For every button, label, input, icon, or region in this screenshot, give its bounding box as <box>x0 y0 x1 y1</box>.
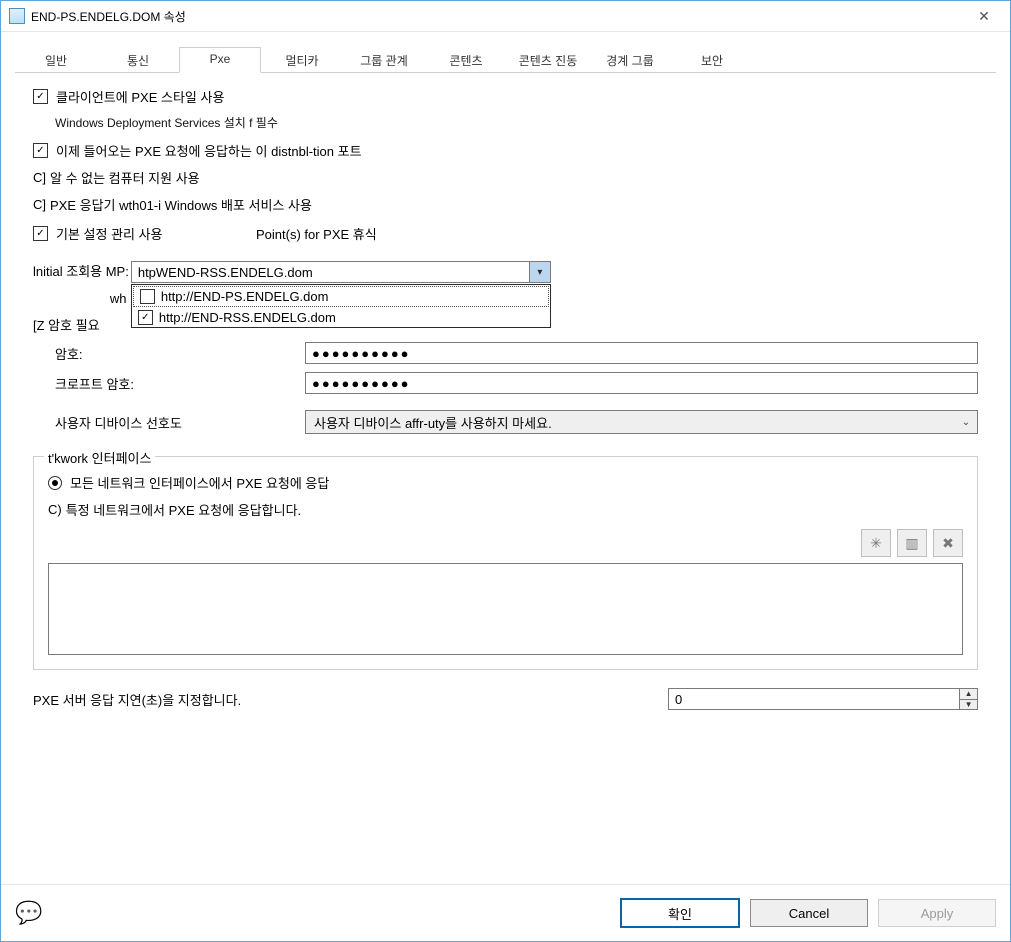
ok-button-label: 확인 <box>668 904 692 923</box>
chevron-down-icon[interactable]: ⌄ <box>955 411 977 433</box>
chk-manage-settings[interactable] <box>33 226 48 241</box>
radio-specific-label: 특정 네트워크에서 PXE 요청에 응답합니다. <box>66 500 301 519</box>
wds-required-note: Windows Deployment Services 설치 f 필수 <box>55 114 278 131</box>
chk-allow-incoming[interactable] <box>33 143 48 158</box>
dialog-footer: 💬 확인 Cancel Apply <box>1 884 1010 941</box>
password-label: 암호: <box>55 344 305 363</box>
confirm-label: 크로프트 암호: <box>55 374 305 393</box>
delay-numeric[interactable]: ▲ ▼ <box>668 688 978 710</box>
delete-interface-button[interactable]: ✖ <box>933 529 963 557</box>
wh-text: wh <box>110 291 127 306</box>
tab-pxe[interactable]: Pxe <box>179 47 261 73</box>
chk-wds-bracket[interactable]: C] <box>33 197 46 212</box>
tab-strip: 일반 통신 Pxe 멀티카 그룹 관계 콘텐츠 콘텐츠 진동 경계 그룹 보안 <box>15 46 996 73</box>
delay-spin-up[interactable]: ▲ <box>960 689 977 699</box>
radio-specific-bracket[interactable]: C) <box>48 502 62 517</box>
affinity-label: 사용자 디바이스 선호도 <box>55 413 305 432</box>
mp-option-0-checkbox[interactable] <box>140 289 155 304</box>
add-interface-button[interactable]: ✳ <box>861 529 891 557</box>
network-group-title: t'kwork 인터페이스 <box>44 448 155 467</box>
chk-enable-pxe[interactable] <box>33 89 48 104</box>
cancel-button-label: Cancel <box>789 906 829 921</box>
password-value: ●●●●●●●●●● <box>312 346 411 361</box>
tab-group-rel[interactable]: 그룹 관계 <box>343 47 425 73</box>
chevron-down-icon[interactable]: ▾ <box>529 262 550 282</box>
tab-boundary[interactable]: 경계 그룹 <box>589 47 671 73</box>
ok-button[interactable]: 확인 <box>620 898 740 928</box>
iface-toolbar: ✳ ▥ ✖ <box>48 529 963 557</box>
tab-multicast[interactable]: 멀티카 <box>261 47 343 73</box>
apply-button: Apply <box>878 899 996 927</box>
delay-spin-down[interactable]: ▼ <box>960 699 977 710</box>
pxe-panel: 클라이언트에 PXE 스타일 사용 Windows Deployment Ser… <box>15 73 996 716</box>
mp-dropdown-list: http://END-PS.ENDELG.dom http://END-RSS.… <box>131 284 551 328</box>
password-input[interactable]: ●●●●●●●●●● <box>305 342 978 364</box>
radio-all-interfaces[interactable] <box>48 476 62 490</box>
feedback-icon[interactable]: 💬 <box>15 900 42 926</box>
apply-button-label: Apply <box>921 906 954 921</box>
delay-input[interactable] <box>669 689 959 709</box>
mp-dropdown[interactable]: htpWEND-RSS.ENDELG.dom ▾ http://END-PS.E… <box>131 261 551 283</box>
radio-all-label: 모든 네트워크 인터페이스에서 PXE 요청에 응답 <box>70 473 329 492</box>
tab-security[interactable]: 보안 <box>671 47 753 73</box>
mp-label: lnitial 조회용 MP: <box>33 261 129 280</box>
tab-content-val[interactable]: 콘텐츠 진동 <box>507 47 589 73</box>
mp-option-1[interactable]: http://END-RSS.ENDELG.dom <box>132 308 550 327</box>
mp-option-0-label: http://END-PS.ENDELG.dom <box>161 289 329 304</box>
tab-general[interactable]: 일반 <box>15 47 97 73</box>
mp-option-1-checkbox[interactable] <box>138 310 153 325</box>
mp-dropdown-value: htpWEND-RSS.ENDELG.dom <box>138 265 313 280</box>
chk-manage-settings-label: 기본 설정 관리 사용 <box>56 224 256 243</box>
chk-wds-label: PXE 응답기 wth01-i Windows 배포 서비스 사용 <box>50 195 312 214</box>
password-section-label: [Z 암호 필요 <box>33 315 100 334</box>
interfaces-listbox[interactable] <box>48 563 963 655</box>
edit-interface-button[interactable]: ▥ <box>897 529 927 557</box>
confirm-password-input[interactable]: ●●●●●●●●●● <box>305 372 978 394</box>
chk-unknown-bracket[interactable]: C] <box>33 170 46 185</box>
affinity-value: 사용자 디바이스 affr-uty를 사용하지 마세요. <box>314 413 552 432</box>
confirm-password-value: ●●●●●●●●●● <box>312 376 411 391</box>
tab-content[interactable]: 콘텐츠 <box>425 47 507 73</box>
app-icon <box>9 8 25 24</box>
tab-comm[interactable]: 통신 <box>97 47 179 73</box>
titlebar: END-PS.ENDELG.DOM 속성 ✕ <box>1 1 1010 32</box>
dialog-content: 일반 통신 Pxe 멀티카 그룹 관계 콘텐츠 콘텐츠 진동 경계 그룹 보안 … <box>1 32 1010 884</box>
delay-label: PXE 서버 응답 지연(초)을 지정합니다. <box>33 690 668 709</box>
chk-unknown-label: 알 수 없는 컴퓨터 지원 사용 <box>50 168 200 187</box>
mp-option-0[interactable]: http://END-PS.ENDELG.dom <box>133 286 549 307</box>
chk-allow-incoming-label: 이제 들어오는 PXE 요청에 응답하는 이 distnbl-tion 포트 <box>56 141 362 160</box>
dialog-window: END-PS.ENDELG.DOM 속성 ✕ 일반 통신 Pxe 멀티카 그룹 … <box>0 0 1011 942</box>
points-for-pxe-label: Point(s) for PXE 휴식 <box>256 224 377 243</box>
affinity-select[interactable]: 사용자 디바이스 affr-uty를 사용하지 마세요. ⌄ <box>305 410 978 434</box>
window-title: END-PS.ENDELG.DOM 속성 <box>31 8 186 25</box>
chk-enable-pxe-label: 클라이언트에 PXE 스타일 사용 <box>56 87 224 106</box>
mp-option-1-label: http://END-RSS.ENDELG.dom <box>159 310 336 325</box>
cancel-button[interactable]: Cancel <box>750 899 868 927</box>
close-button[interactable]: ✕ <box>964 2 1004 30</box>
network-interfaces-group: t'kwork 인터페이스 모든 네트워크 인터페이스에서 PXE 요청에 응답… <box>33 456 978 670</box>
